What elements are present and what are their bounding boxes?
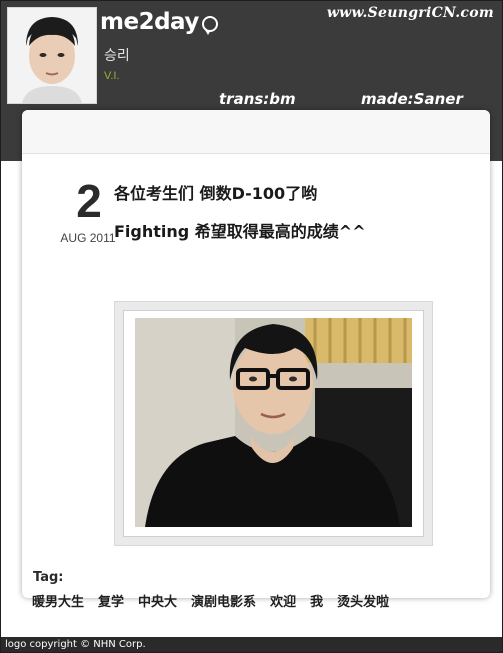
tag-item[interactable]: 演剧电影系 (191, 591, 256, 610)
tag-item[interactable]: 复学 (98, 591, 124, 610)
translation-credit: trans:bm (219, 90, 296, 108)
footer-copyright: logo copyright © NHN Corp. (1, 637, 502, 652)
tag-item[interactable]: 欢迎 (270, 591, 296, 610)
brand-text: me2day (100, 9, 199, 35)
profile-avatar[interactable] (7, 7, 97, 104)
post-photo-frame (114, 301, 433, 546)
user-role: V.I. (104, 70, 120, 82)
avatar-photo (8, 8, 96, 103)
post-card: 2 AUG 2011 各位考生们 倒数D-100了哟 Fighting 希望取得… (22, 110, 490, 598)
user-name[interactable]: 승리 (104, 45, 130, 65)
post-text-line-1: 各位考生们 倒数D-100了哟 (114, 184, 318, 203)
post-photo[interactable] (123, 310, 424, 537)
tag-list: 暖男大生 复学 中央大 演剧电影系 欢迎 我 烫头发啦 (32, 591, 389, 610)
tag-item[interactable]: 我 (310, 591, 323, 610)
page-frame: me2day 승리 V.I. www.SeungriCN.com trans:b… (0, 0, 503, 653)
selfie-photo (135, 318, 412, 527)
speech-bubble-icon (201, 16, 218, 35)
site-watermark: www.SeungriCN.com (326, 5, 494, 21)
post-card-header (22, 110, 490, 154)
tag-item[interactable]: 中央大 (138, 591, 177, 610)
tag-item[interactable]: 烫头发啦 (337, 591, 389, 610)
maker-credit: made:Saner (361, 90, 463, 108)
tag-item[interactable]: 暖男大生 (32, 591, 84, 610)
tag-label: Tag: (33, 570, 64, 585)
me2day-logo[interactable]: me2day (100, 9, 218, 35)
post-text-line-2: Fighting 希望取得最高的成绩^^ (114, 222, 366, 241)
